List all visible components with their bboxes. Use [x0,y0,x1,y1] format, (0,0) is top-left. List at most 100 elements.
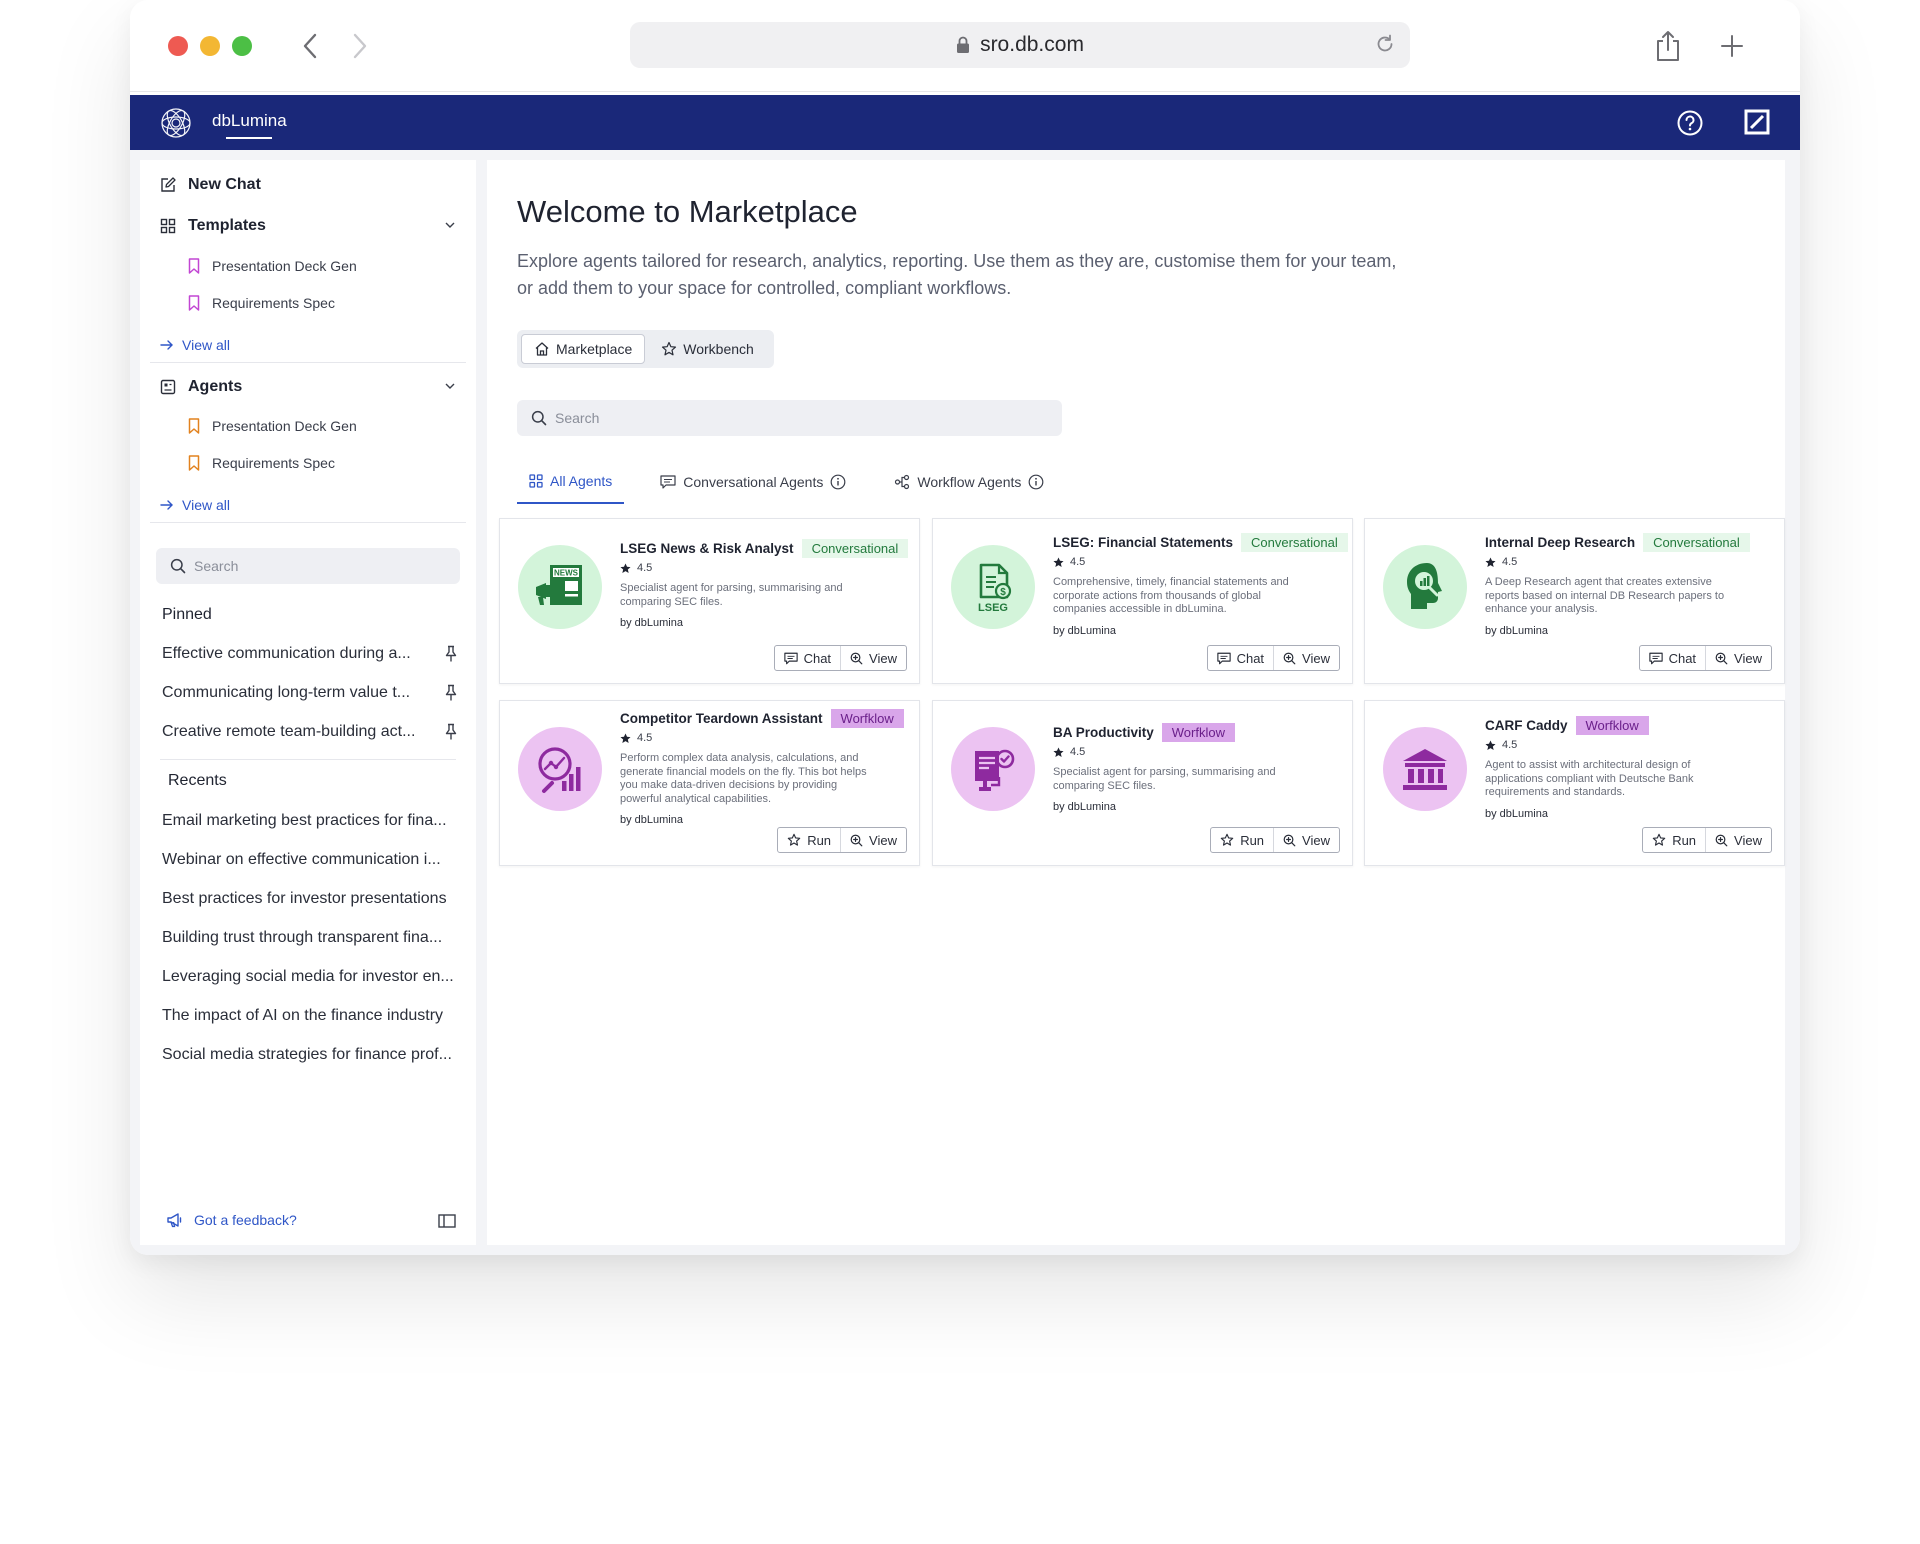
run-button[interactable]: Run [1643,828,1705,852]
agent-card[interactable]: Internal Deep Research Conversational 4.… [1364,518,1785,684]
templates-view-all-link[interactable]: View all [160,337,230,353]
pinned-chat-item[interactable]: Effective communication during a... [162,645,458,663]
url-text: sro.db.com [980,33,1084,56]
view-button[interactable]: View [1273,646,1339,670]
agent-card-description: Specialist agent for parsing, summarisin… [620,582,843,608]
agent-item[interactable]: Requirements Spec [188,455,335,471]
sidebar-search-input[interactable]: Search [156,548,460,584]
info-icon[interactable] [1028,474,1044,490]
pin-icon[interactable] [444,645,458,663]
chat-button[interactable]: Chat [1208,646,1273,670]
run-button[interactable]: Run [1211,828,1273,852]
pin-icon[interactable] [444,684,458,702]
close-window-button[interactable] [168,36,188,56]
new-tab-button[interactable] [1714,28,1750,64]
chat-button[interactable]: Chat [775,646,840,670]
tab-workflow-label: Workflow Agents [917,474,1022,490]
star-icon [620,563,631,573]
tab-workflow-agents[interactable]: Workflow Agents [882,460,1056,504]
agent-rating: 4.5 [1053,556,1343,568]
home-icon [535,342,549,356]
new-chat-button[interactable]: New Chat [160,176,261,194]
pinned-chat-item[interactable]: Communicating long-term value t... [162,684,458,702]
star-outline-icon [1652,833,1666,846]
agent-card[interactable]: Competitor Teardown Assistant Worfklow 4… [499,700,920,866]
info-icon[interactable] [830,474,846,490]
agent-rating-value: 4.5 [1070,746,1086,758]
view-button[interactable]: View [1705,828,1771,852]
agent-card-author: by dbLumina [620,617,683,629]
chat-button[interactable]: Chat [1640,646,1705,670]
pinned-chat-item[interactable]: Creative remote team-building act... [162,723,458,741]
agent-card[interactable]: CARF Caddy Worfklow 4.5 Agent to assist … [1364,700,1785,866]
agent-card-author: by dbLumina [1053,624,1116,637]
plus-icon [1721,35,1743,57]
agent-search-input[interactable]: Search [517,400,1062,436]
tab-conversational-agents[interactable]: Conversational Agents [648,460,858,504]
view-button[interactable]: View [840,828,906,852]
reload-icon[interactable] [1374,33,1396,55]
recent-chat-item[interactable]: Email marketing best practices for fina.… [162,812,458,830]
zoom-in-icon [850,652,863,664]
agent-type-badge: Worfklow [1575,716,1649,735]
run-button[interactable]: Run [778,828,840,852]
app-name[interactable]: dbLumina [212,111,287,131]
feedback-link[interactable]: Got a feedback? [166,1212,297,1228]
marketplace-segment[interactable]: Marketplace [521,334,646,364]
chat-icon [1648,652,1663,664]
minimize-window-button[interactable] [200,36,220,56]
agents-section-toggle[interactable]: Agents [160,378,460,396]
tab-all-agents[interactable]: All Agents [517,460,625,504]
marketplace-segment-label: Marketplace [556,341,633,357]
agent-card-actions: Run View [777,827,907,853]
dblumina-logo-icon [161,108,191,138]
recent-chat-item[interactable]: Leveraging social media for investor en.… [162,968,458,986]
recent-chat-item[interactable]: Building trust through transparent fina.… [162,929,458,947]
agent-search-placeholder: Search [555,410,600,426]
back-button[interactable] [292,28,328,64]
page-title: Welcome to Marketplace [517,194,858,229]
workbench-segment[interactable]: Workbench [649,334,766,364]
head-research-icon [1383,545,1467,629]
address-bar[interactable]: sro.db.com [630,22,1410,68]
share-button[interactable] [1650,28,1686,64]
view-all-label: View all [182,337,230,353]
help-icon[interactable] [1676,109,1704,137]
star-icon [1485,557,1496,567]
agent-card[interactable]: NEWS LSEG News & Risk Analyst Conversati… [499,518,920,684]
recent-chat-item[interactable]: Best practices for investor presentation… [162,890,458,908]
template-item[interactable]: Presentation Deck Gen [188,258,357,274]
star-outline-icon [787,833,801,846]
pin-icon[interactable] [444,723,458,741]
recent-chat-item[interactable]: Social media strategies for finance prof… [162,1046,458,1064]
agent-type-badge: Conversational [801,539,909,558]
sidebar-divider [160,759,456,760]
sidebar-divider [150,522,466,523]
bookmark-icon [188,455,200,471]
view-button[interactable]: View [1273,828,1339,852]
template-item[interactable]: Requirements Spec [188,295,335,311]
star-icon [1485,740,1496,750]
templates-section-toggle[interactable]: Templates [160,217,460,235]
run-button-label: Run [1672,832,1697,848]
view-all-label: View all [182,497,230,513]
agent-card[interactable]: BA Productivity Worfklow 4.5 Specialist … [932,700,1353,866]
sidebar-collapse-icon[interactable] [438,1214,456,1228]
app-header: dbLumina [130,95,1800,150]
agent-item[interactable]: Presentation Deck Gen [188,418,357,434]
pinned-chat-title: Communicating long-term value t... [162,684,411,701]
share-icon [1657,31,1679,61]
view-button[interactable]: View [1705,646,1771,670]
forward-button[interactable] [342,28,378,64]
star-outline-icon [1220,833,1234,846]
agent-type-badge: Worfklow [1161,723,1235,742]
agents-view-all-link[interactable]: View all [160,497,230,513]
maximize-window-button[interactable] [232,36,252,56]
templates-heading: Templates [188,217,266,234]
view-button[interactable]: View [840,646,906,670]
agent-card[interactable]: $ LSEG LSEG: Financial Statements Convers… [932,518,1353,684]
feedback-label: Got a feedback? [194,1212,297,1228]
recent-chat-item[interactable]: The impact of AI on the finance industry [162,1007,458,1025]
recent-chat-item[interactable]: Webinar on effective communication i... [162,851,458,869]
new-chat-label: New Chat [188,176,261,193]
